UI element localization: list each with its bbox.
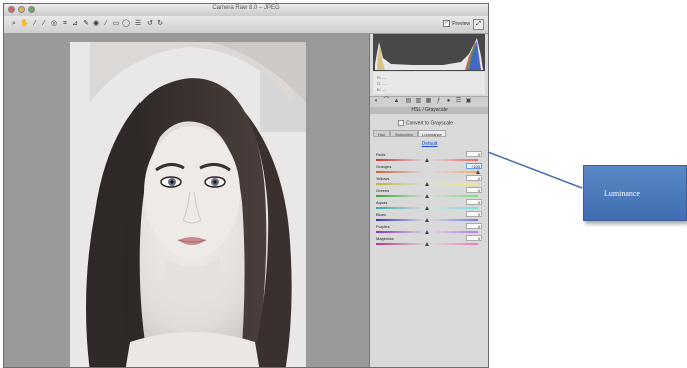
luminance-callout: Luminance bbox=[583, 165, 687, 221]
callout-label: Luminance bbox=[604, 189, 640, 198]
